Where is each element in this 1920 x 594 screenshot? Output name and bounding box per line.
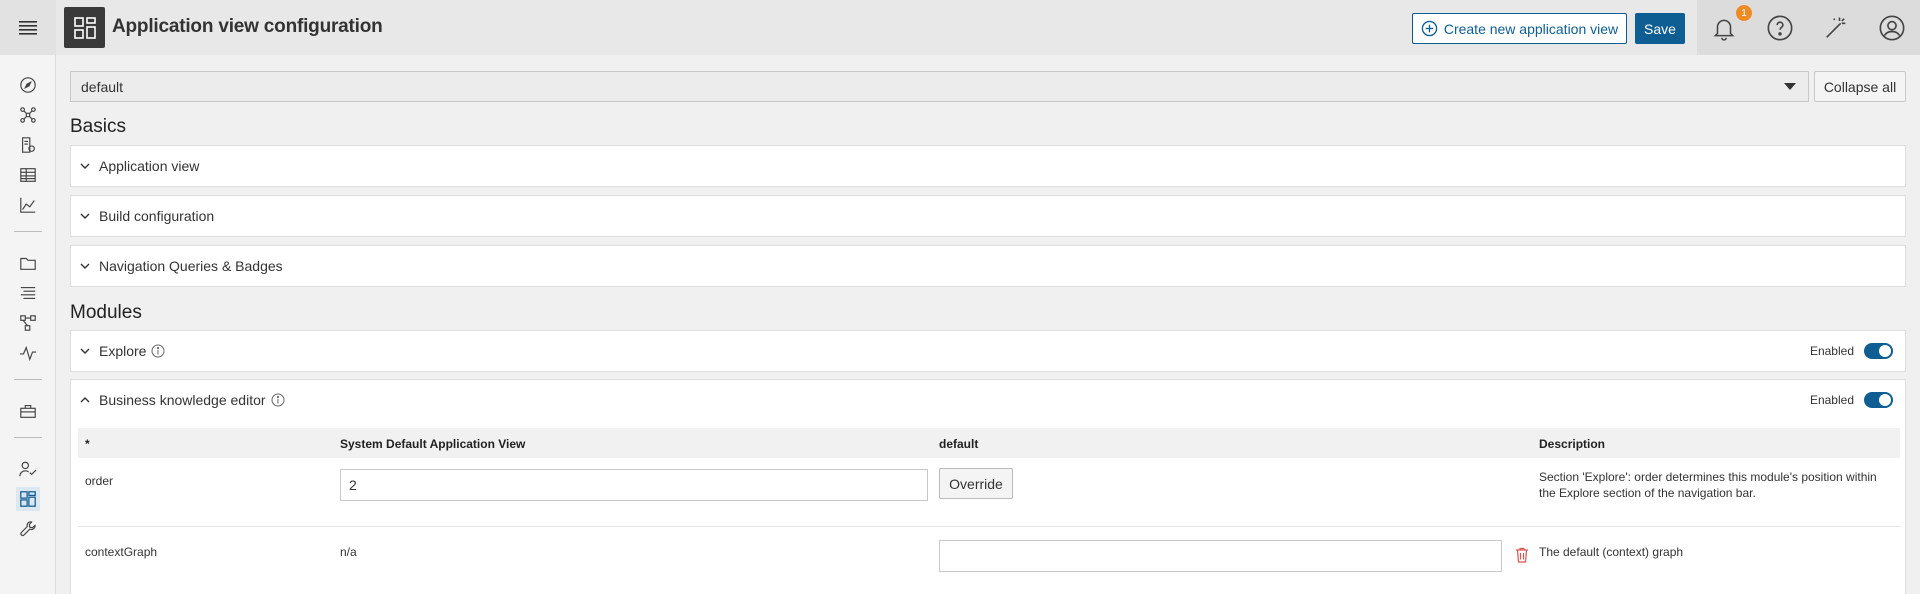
create-button-label: Create new application view <box>1443 20 1619 37</box>
user-check-icon[interactable] <box>16 457 40 481</box>
compass-icon[interactable] <box>16 73 40 97</box>
caret-down-icon <box>1784 83 1796 90</box>
chevron-down-icon <box>71 213 99 219</box>
toolbox-icon[interactable] <box>16 399 40 423</box>
section-title-modules: Modules <box>70 302 142 323</box>
magic-wand-icon[interactable] <box>1820 12 1852 44</box>
panel-module-explore[interactable]: Explore Enabled <box>70 330 1906 372</box>
selected-view-value: default <box>81 78 124 95</box>
line-chart-icon[interactable] <box>16 193 40 217</box>
panel-label: Build configuration <box>99 208 215 224</box>
application-view-select[interactable]: default <box>70 71 1809 102</box>
bell-icon[interactable] <box>1708 12 1740 44</box>
plus-circle-icon <box>1421 20 1438 37</box>
column-header-system-default: System Default Application View <box>340 437 526 451</box>
panel-build-configuration[interactable]: Build configuration <box>70 195 1906 237</box>
row-description: Section 'Explore': order determines this… <box>1539 470 1877 500</box>
bke-header[interactable]: Business knowledge editor <box>71 380 1905 420</box>
row-key: contextGraph <box>85 545 158 559</box>
section-title-basics: Basics <box>70 116 126 137</box>
table-row: contextGraph n/a The default (context) g… <box>78 527 1900 594</box>
workflow-icon[interactable] <box>16 311 40 335</box>
info-icon[interactable] <box>271 393 285 407</box>
info-icon[interactable] <box>151 344 165 358</box>
help-icon[interactable] <box>1764 12 1796 44</box>
wrench-icon[interactable] <box>16 517 40 541</box>
app-view-icon <box>64 7 105 48</box>
chevron-down-icon <box>71 163 99 169</box>
user-avatar-icon[interactable] <box>1876 12 1908 44</box>
trash-icon[interactable] <box>1515 547 1529 566</box>
text-lines-icon[interactable] <box>16 281 40 305</box>
bke-enabled-toggle[interactable] <box>1864 392 1893 408</box>
folder-icon[interactable] <box>16 251 40 275</box>
notification-badge: 1 <box>1736 5 1752 21</box>
context-graph-input[interactable] <box>939 540 1502 572</box>
column-header-key: * <box>85 437 90 451</box>
activity-icon[interactable] <box>16 341 40 365</box>
override-button[interactable]: Override <box>939 468 1013 499</box>
column-header-description: Description <box>1539 437 1606 451</box>
nav-divider <box>14 231 42 232</box>
nav-divider <box>14 437 42 438</box>
menu-icon[interactable] <box>0 0 56 55</box>
enabled-label: Enabled <box>1809 393 1854 407</box>
chevron-down-icon <box>71 348 99 354</box>
panel-label: Navigation Queries & Badges <box>99 258 283 274</box>
table-list-icon[interactable] <box>16 163 40 187</box>
left-navigation <box>0 55 56 594</box>
panel-navigation-queries-badges[interactable]: Navigation Queries & Badges <box>70 245 1906 287</box>
table-header: * System Default Application View defaul… <box>78 428 1900 458</box>
save-button[interactable]: Save <box>1635 13 1685 44</box>
module-label: Explore <box>99 343 147 359</box>
panel-application-view[interactable]: Application view <box>70 145 1906 187</box>
row-description: The default (context) graph <box>1539 545 1684 559</box>
table-row: order Override Section 'Explore': order … <box>78 458 1900 528</box>
chevron-down-icon <box>71 263 99 269</box>
app-view-config-icon[interactable] <box>16 487 40 511</box>
chevron-up-icon <box>71 397 99 403</box>
module-label: Business knowledge editor <box>99 392 266 408</box>
collapse-all-button[interactable]: Collapse all <box>1814 71 1906 102</box>
column-header-default: default <box>939 437 979 451</box>
explore-enabled-toggle[interactable] <box>1864 343 1893 359</box>
row-key: order <box>85 474 114 488</box>
page-title: Application view configuration <box>112 16 383 37</box>
enabled-label: Enabled <box>1809 344 1854 358</box>
create-application-view-button[interactable]: Create new application view <box>1412 13 1627 44</box>
panel-module-business-knowledge-editor: Business knowledge editor Enabled * Syst… <box>70 379 1906 594</box>
graph-nodes-icon[interactable] <box>16 103 40 127</box>
data-search-icon[interactable] <box>16 133 40 157</box>
nav-divider <box>14 379 42 380</box>
panel-label: Application view <box>99 158 200 174</box>
system-default-order-input[interactable] <box>340 469 928 501</box>
row-system-default: n/a <box>340 545 357 559</box>
